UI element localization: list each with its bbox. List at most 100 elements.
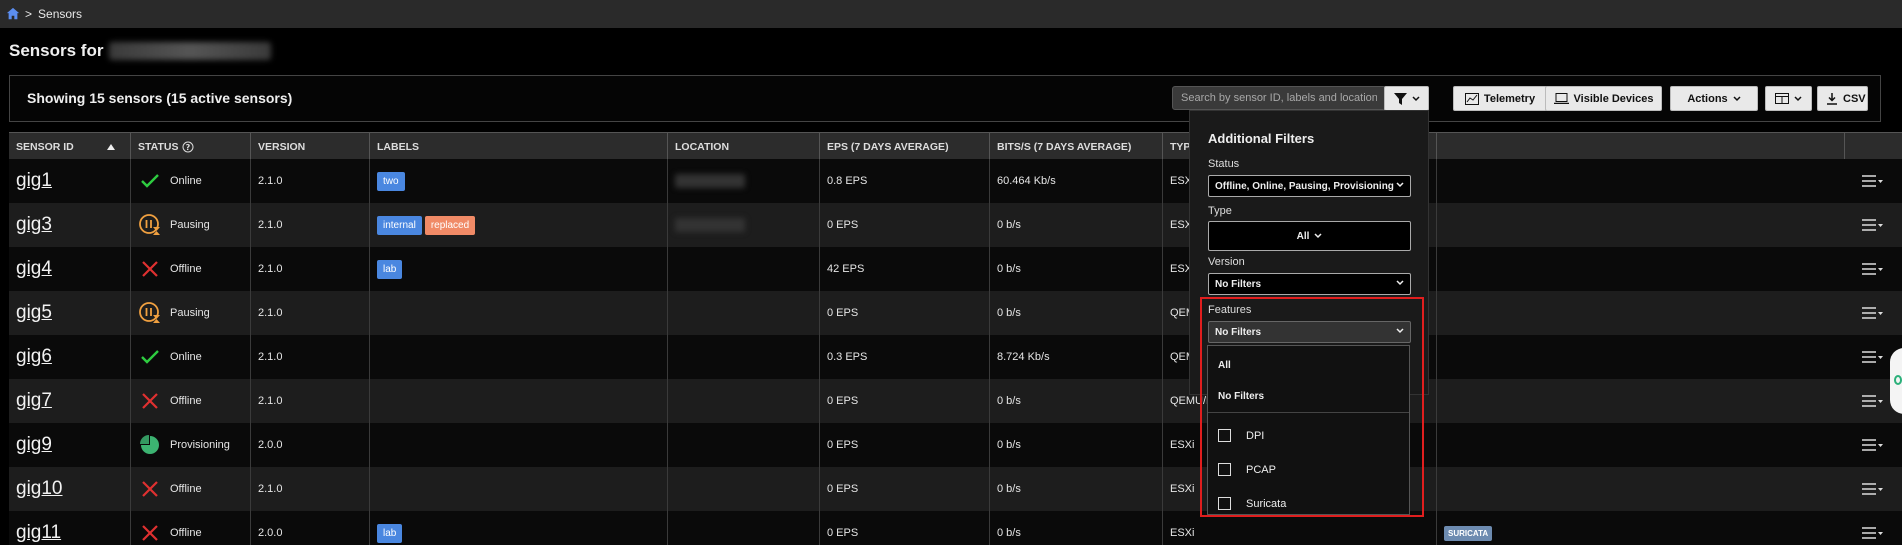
eps-cell: 0.8 EPS: [819, 159, 989, 203]
bits-cell: 0 b/s: [989, 291, 1162, 335]
column-header-sensor-id[interactable]: SENSOR ID: [9, 133, 130, 160]
filter-button[interactable]: [1384, 86, 1429, 111]
type-filter-select[interactable]: All: [1208, 221, 1411, 251]
sensor-id-link[interactable]: gig9: [9, 423, 130, 467]
labels-cell: [369, 423, 667, 467]
status-cell: Pausing: [130, 291, 250, 335]
feature-badge: SURICATA: [1444, 525, 1493, 541]
row-menu-button[interactable]: [1844, 291, 1902, 335]
sensor-id-link[interactable]: gig4: [9, 247, 130, 291]
sensor-id-link[interactable]: gig7: [9, 379, 130, 423]
version-filter-label: Version: [1208, 256, 1245, 268]
side-widget-handle[interactable]: [1890, 348, 1902, 414]
status-cell: Offline: [130, 511, 250, 545]
sensor-id-link[interactable]: gig10: [9, 467, 130, 511]
pcap-checkbox[interactable]: [1218, 463, 1231, 476]
column-header-status[interactable]: STATUS ?: [130, 133, 250, 160]
version-cell: 2.1.0: [250, 335, 369, 379]
table-row[interactable]: gig3 Pausing 2.1.0 internal replaced 0 EPS 0 b…: [9, 203, 1902, 247]
chevron-down-icon: [1396, 328, 1404, 334]
label-badge[interactable]: lab: [377, 523, 403, 543]
sensor-id-link[interactable]: gig1: [9, 159, 130, 203]
features-cell: [1436, 467, 1844, 511]
page-title: Sensors for: [9, 41, 272, 61]
version-cell: 2.0.0: [250, 511, 369, 545]
redacted-location: [675, 174, 745, 188]
sensor-id-link[interactable]: gig5: [9, 291, 130, 335]
dpi-checkbox[interactable]: [1218, 429, 1231, 442]
column-header-bits[interactable]: BITS/S (7 DAYS AVERAGE): [989, 133, 1162, 160]
breadcrumb-current: Sensors: [38, 7, 83, 21]
hamburger-menu-icon: [1862, 439, 1883, 451]
label-badge[interactable]: lab: [377, 259, 403, 279]
search-input[interactable]: [1172, 86, 1386, 110]
type-cell: ESXi: [1162, 467, 1198, 511]
table-row[interactable]: gig4 Offline 2.1.0 lab 42 EPS 0 b/s ESXi: [9, 247, 1902, 291]
table-row[interactable]: gig7 Offline 2.1.0 0 EPS 0 b/s QEMU/K: [9, 379, 1902, 423]
home-icon[interactable]: [6, 7, 20, 21]
sensor-id-link[interactable]: gig3: [9, 203, 130, 247]
sensor-id-link[interactable]: gig6: [9, 335, 130, 379]
row-menu-button[interactable]: [1844, 423, 1902, 467]
column-header-location[interactable]: LOCATION: [667, 133, 819, 160]
eps-cell: 0 EPS: [819, 511, 989, 545]
features-option-all[interactable]: All: [1218, 360, 1231, 371]
bits-cell: 8.724 Kb/s: [989, 335, 1162, 379]
location-cell: [667, 247, 819, 291]
chevron-down-icon: [1396, 280, 1404, 286]
label-badge[interactable]: replaced: [424, 215, 476, 235]
suricata-checkbox[interactable]: [1218, 497, 1231, 510]
telemetry-icon: [1464, 92, 1479, 105]
status-cell: Offline: [130, 467, 250, 511]
features-filter-select[interactable]: No Filters: [1208, 321, 1411, 343]
features-option-suricata[interactable]: Suricata: [1218, 497, 1286, 510]
csv-button[interactable]: CSV: [1817, 86, 1868, 111]
version-cell: 2.1.0: [250, 291, 369, 335]
redacted-location: [675, 218, 745, 232]
sensor-id-link[interactable]: gig11: [9, 511, 130, 545]
redacted-org-name: [109, 42, 272, 60]
column-header-version[interactable]: VERSION: [250, 133, 369, 160]
label-badge[interactable]: two: [377, 171, 405, 191]
eps-cell: 42 EPS: [819, 247, 989, 291]
table-row[interactable]: gig11 Offline 2.0.0 lab 0 EPS 0 b/s ESXi SURICA…: [9, 511, 1902, 545]
row-menu-button[interactable]: [1844, 511, 1902, 545]
eps-cell: 0 EPS: [819, 203, 989, 247]
actions-button[interactable]: Actions: [1670, 86, 1758, 111]
eps-cell: 0 EPS: [819, 467, 989, 511]
row-menu-button[interactable]: [1844, 203, 1902, 247]
row-menu-button[interactable]: [1844, 467, 1902, 511]
telemetry-button[interactable]: Telemetry: [1453, 86, 1547, 111]
version-filter-select[interactable]: No Filters: [1208, 273, 1411, 295]
status-text: Online: [170, 175, 202, 187]
table-row[interactable]: gig1 Online 2.1.0 two 0.8 EPS 60.464 Kb/s ESXi: [9, 159, 1902, 203]
column-header-eps[interactable]: EPS (7 DAYS AVERAGE): [819, 133, 989, 160]
download-icon: [1827, 92, 1837, 105]
offline-status-icon: [138, 521, 162, 545]
features-option-dpi[interactable]: DPI: [1218, 429, 1264, 442]
row-menu-button[interactable]: [1844, 247, 1902, 291]
table-row[interactable]: gig9 Provisioning 2.0.0 0 EPS 0 b/s ESXi: [9, 423, 1902, 467]
features-option-no-filters[interactable]: No Filters: [1218, 391, 1264, 402]
widget-icon: [1894, 375, 1902, 385]
help-icon[interactable]: ?: [182, 141, 194, 153]
status-text: Offline: [170, 527, 202, 539]
columns-button[interactable]: [1765, 86, 1812, 111]
status-filter-label: Status: [1208, 158, 1240, 170]
table-row[interactable]: gig6 Online 2.1.0 0.3 EPS 8.724 Kb/s QEM: [9, 335, 1902, 379]
sort-ascending-icon: [107, 144, 115, 150]
table-row[interactable]: gig10 Offline 2.1.0 0 EPS 0 b/s ESXi: [9, 467, 1902, 511]
bits-cell: 0 b/s: [989, 467, 1162, 511]
column-header-features: [1436, 133, 1844, 160]
row-menu-button[interactable]: [1844, 159, 1902, 203]
features-cell: [1436, 335, 1844, 379]
features-option-pcap[interactable]: PCAP: [1218, 463, 1276, 476]
bits-cell: 0 b/s: [989, 511, 1162, 545]
visible-devices-button[interactable]: Visible Devices: [1545, 86, 1662, 111]
status-text: Offline: [170, 483, 202, 495]
status-filter-select[interactable]: Offline, Online, Pausing, Provisioning: [1208, 175, 1411, 197]
column-header-labels[interactable]: LABELS: [369, 133, 667, 160]
label-badge[interactable]: internal: [377, 215, 422, 235]
table-row[interactable]: gig5 Pausing 2.1.0 0 EPS 0 b/s QEM: [9, 291, 1902, 335]
page-title-text: Sensors for: [9, 41, 104, 60]
